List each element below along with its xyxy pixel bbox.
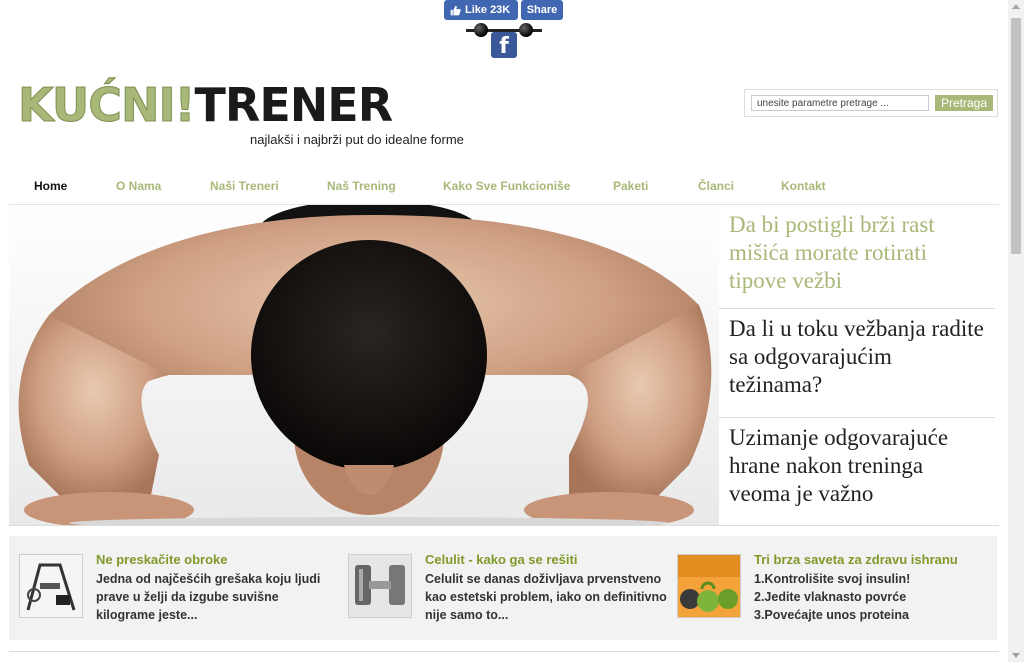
- logo-part-kucni: KUĆNI!: [18, 78, 197, 132]
- page: Like 23K Share f KUĆNI!TRENER najlakši i…: [0, 0, 1008, 662]
- search-button[interactable]: Pretraga: [935, 95, 993, 111]
- nav-item-clanci[interactable]: Članci: [698, 179, 734, 193]
- nav-item-o-nama[interactable]: O Nama: [116, 179, 161, 193]
- teaser-3-text: 1.Kontrolišite svoj insulin! 2.Jedite vl…: [754, 572, 911, 622]
- nav-item-kontakt[interactable]: Kontakt: [781, 179, 826, 193]
- teaser-1-title[interactable]: Ne preskačite obroke: [96, 552, 228, 567]
- logo-wordmark: KUĆNI!TRENER: [18, 82, 394, 129]
- teaser-3-title[interactable]: Tri brza saveta za zdravu ishranu: [754, 552, 958, 567]
- main-nav: Home O Nama Naši Treneri Naš Trening Kak…: [9, 172, 999, 205]
- teaser-1[interactable]: Ne preskačite obroke Jedna od najčešćih …: [19, 552, 339, 622]
- search-box: Pretraga: [744, 89, 998, 117]
- scrollbar-thumb[interactable]: [1011, 18, 1021, 254]
- scroll-down-arrow-icon[interactable]: [1012, 653, 1020, 658]
- nav-item-paketi[interactable]: Paketi: [613, 179, 648, 193]
- side-article-list: Da bi postigli brži rast mišića morate r…: [719, 205, 995, 525]
- thumbs-up-icon: [450, 5, 461, 15]
- scroll-up-arrow-icon[interactable]: [1012, 4, 1020, 9]
- hero-divider: [9, 525, 999, 526]
- teaser-2-title[interactable]: Celulit - kako ga se rešiti: [425, 552, 577, 567]
- nav-item-nas-trening[interactable]: Naš Trening: [327, 179, 396, 193]
- search-input[interactable]: [751, 95, 929, 111]
- facebook-logo-icon[interactable]: f: [491, 32, 517, 58]
- vertical-scrollbar[interactable]: [1008, 0, 1024, 662]
- facebook-widget: Like 23K Share f: [444, 0, 564, 60]
- side-article-2[interactable]: Da li u toku vežbanja radite sa odgovara…: [719, 309, 995, 418]
- gym-machine-icon: [20, 555, 82, 617]
- kettlebells-icon: [678, 555, 740, 617]
- side-article-3[interactable]: Uzimanje odgovarajuće hrane nakon trenin…: [719, 418, 995, 525]
- side-article-1[interactable]: Da bi postigli brži rast mišića morate r…: [719, 205, 995, 309]
- dumbbell-left-weight: [474, 23, 488, 37]
- hero-image[interactable]: [9, 205, 719, 525]
- teaser-2[interactable]: Celulit - kako ga se rešiti Celulit se d…: [348, 552, 668, 622]
- kettlebells-thumb[interactable]: [677, 554, 741, 618]
- nav-item-kako-sve-funkcionise[interactable]: Kako Sve Funkcioniše: [443, 179, 570, 193]
- facebook-like-label: Like 23K: [465, 4, 511, 16]
- logo-tagline: najlakši i najbrži put do idealne forme: [250, 132, 464, 147]
- teaser-1-text: Jedna od najčešćih grešaka koju ljudi pr…: [96, 572, 321, 622]
- dumbbell-thumb[interactable]: [348, 554, 412, 618]
- nav-item-nasi-treneri[interactable]: Naši Treneri: [210, 179, 279, 193]
- facebook-share-button[interactable]: Share: [521, 0, 563, 20]
- site-logo[interactable]: KUĆNI!TRENER najlakši i najbrži put do i…: [18, 82, 488, 152]
- logo-part-trener: TRENER: [194, 78, 394, 132]
- facebook-like-button[interactable]: Like 23K: [444, 0, 518, 20]
- pushup-photo: [9, 205, 719, 525]
- bottom-divider: [9, 651, 999, 652]
- dumbbell-icon: [349, 555, 411, 617]
- dumbbell-right-weight: [519, 23, 533, 37]
- gym-machine-thumb[interactable]: [19, 554, 83, 618]
- teaser-strip: Ne preskačite obroke Jedna od najčešćih …: [9, 536, 997, 640]
- teaser-3[interactable]: Tri brza saveta za zdravu ishranu 1.Kont…: [677, 552, 997, 622]
- teaser-2-text: Celulit se danas doživljava prvenstveno …: [425, 572, 667, 622]
- nav-item-home[interactable]: Home: [34, 179, 67, 193]
